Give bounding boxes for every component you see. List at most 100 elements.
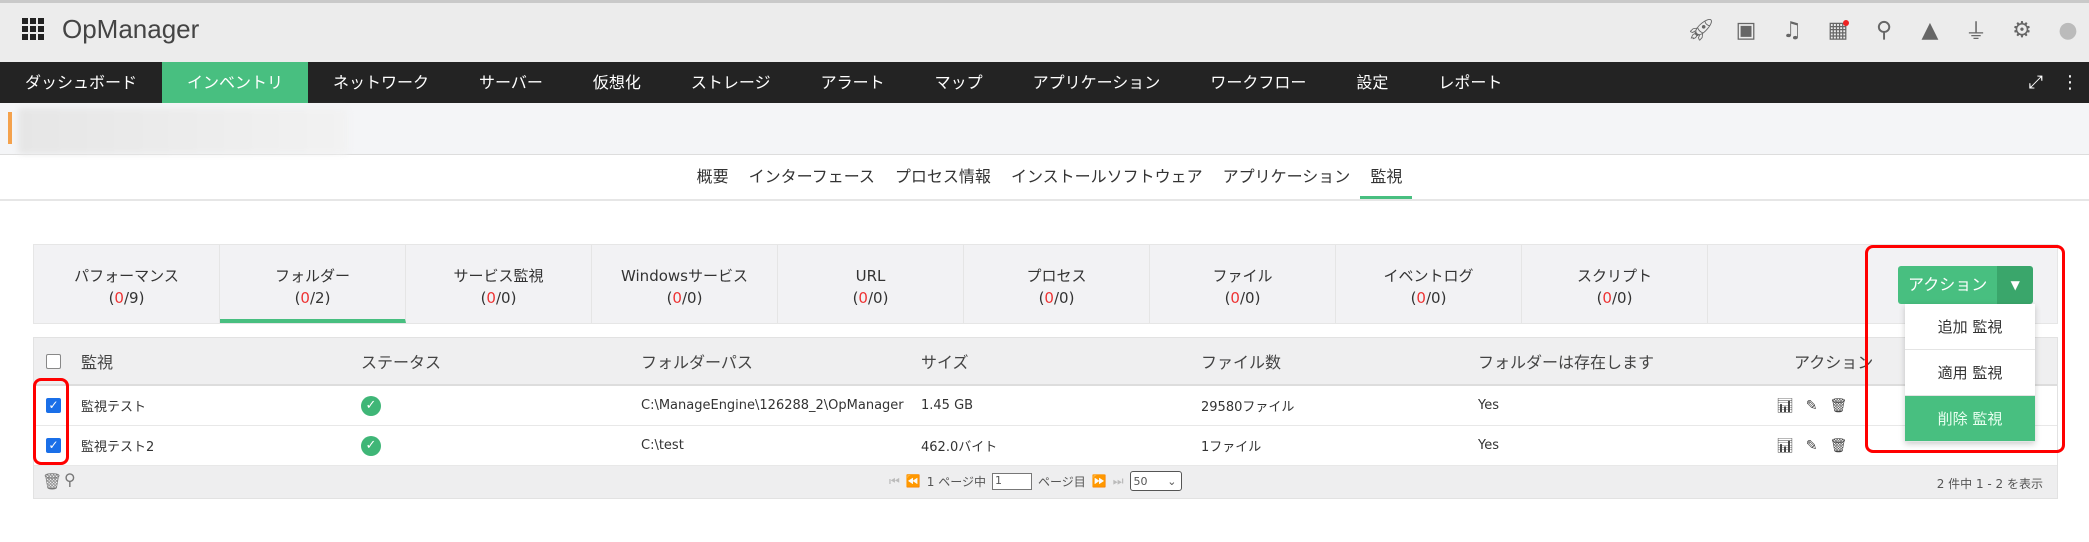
monitor-name[interactable]: 監視テスト (81, 396, 146, 415)
edit-icon[interactable]: ✎ (1806, 438, 1818, 454)
nav-server[interactable]: サーバー (454, 62, 568, 103)
monitor-tab[interactable]: スクリプト (0/0) (1522, 245, 1708, 323)
folder-exists: Yes (1478, 438, 1499, 453)
edit-icon[interactable]: ✎ (1806, 398, 1818, 414)
delete-icon[interactable]: 🗑︎ (1830, 398, 1848, 414)
monitor-tab-label: Windowsサービス (621, 267, 748, 285)
chart-icon[interactable]: 📊︎ (1776, 398, 1794, 414)
monitor-tab-count: (0/0) (1038, 289, 1075, 307)
page-input[interactable]: 1 (991, 472, 1032, 490)
gear-icon[interactable]: ⚙ (2009, 18, 2035, 43)
monitor-tab-label: イベントログ (1383, 267, 1474, 285)
subtab-interfaces[interactable]: インターフェース (739, 155, 885, 199)
total-count: 9 (129, 289, 139, 307)
nav-maps[interactable]: マップ (910, 62, 1008, 103)
device-subtabs: 概要 インターフェース プロセス情報 インストールソフトウェア アプリケーション… (0, 155, 2089, 201)
down-count: 0 (672, 289, 682, 307)
search-icon[interactable]: ⚲ (1871, 18, 1897, 43)
search-icon[interactable]: ⚲ (64, 470, 76, 489)
gift-icon[interactable]: ▦ (1825, 18, 1851, 43)
row-actions: 📊︎ ✎ 🗑︎ (1776, 398, 1847, 414)
subtab-installed-software[interactable]: インストールソフトウェア (1001, 155, 1213, 199)
highlight-box-action (1865, 245, 2065, 453)
nav-workflow[interactable]: ワークフロー (1185, 62, 1331, 103)
monitor-tab-count: (0/2) (294, 289, 331, 307)
nav-inventory[interactable]: インベントリ (162, 62, 309, 103)
file-count: 29580ファイル (1201, 400, 1295, 415)
plug-icon[interactable]: ⏚ (1963, 14, 1989, 46)
fullscreen-icon[interactable]: ⤢ (2029, 72, 2043, 93)
table-header: 監視 ステータス フォルダーパス サイズ ファイル数 フォルダーは存在します ア… (34, 338, 2057, 386)
table-row: ✓ 監視テスト2 ✓ C:\test 462.0バイト 1ファイル Yes 📊︎… (34, 426, 2057, 466)
headset-icon[interactable]: ♫ (1779, 18, 1805, 43)
delete-icon[interactable]: 🗑︎ (1830, 438, 1848, 454)
rocket-icon[interactable]: 🚀︎ (1687, 18, 1715, 43)
monitor-tab-label: ファイル (1212, 267, 1273, 285)
col-status[interactable]: ステータス (361, 349, 441, 373)
col-folder-path[interactable]: フォルダーパス (641, 349, 753, 373)
total-count: 0 (501, 289, 511, 307)
monitor-tab[interactable]: フォルダー (0/2) (220, 245, 406, 323)
nav-storage[interactable]: ストレージ (666, 62, 796, 103)
col-file-count[interactable]: ファイル数 (1201, 349, 1281, 373)
monitor-name[interactable]: 監視テスト2 (81, 436, 154, 455)
nav-virtualization[interactable]: 仮想化 (568, 62, 666, 103)
monitor-tab[interactable]: イベントログ (0/0) (1336, 245, 1522, 323)
subtab-summary[interactable]: 概要 (687, 155, 739, 199)
monitor-tab[interactable]: URL (0/0) (778, 245, 964, 323)
nav-reports[interactable]: レポート (1413, 62, 1527, 103)
monitor-tab-count: (0/9) (108, 289, 145, 307)
down-count: 0 (858, 289, 868, 307)
subtab-processes[interactable]: プロセス情報 (885, 155, 1001, 199)
pager: ⏮ ⏪ 1 ページ中 1 ページ目 ⏩ ⏭ 50 ⌄ (889, 471, 1182, 491)
subtab-applications[interactable]: アプリケーション (1213, 155, 1361, 199)
page-size-value: 50 (1133, 474, 1148, 488)
col-actions: アクション (1794, 353, 1874, 372)
total-count: 0 (1431, 289, 1441, 307)
select-all-checkbox[interactable] (46, 353, 61, 369)
last-page-icon[interactable]: ⏭ (1113, 474, 1124, 489)
nav-alarms[interactable]: アラート (796, 62, 910, 103)
table-footer: 🗑︎ ⚲ ⏮ ⏪ 1 ページ中 1 ページ目 ⏩ ⏭ 50 ⌄ 2 件中 1 - … (34, 466, 2057, 498)
trash-icon[interactable]: 🗑︎ (42, 472, 62, 491)
main-nav: ダッシュボード インベントリ ネットワーク サーバー 仮想化 ストレージ アラー… (0, 62, 2089, 103)
page-size-select[interactable]: 50 ⌄ (1129, 471, 1182, 491)
next-page-icon[interactable]: ⏩ (1092, 474, 1107, 488)
monitors-table: 監視 ステータス フォルダーパス サイズ ファイル数 フォルダーは存在します ア… (33, 337, 2058, 499)
table-row: ✓ 監視テスト ✓ C:\ManageEngine\126288_2\OpMan… (34, 386, 2057, 426)
nav-settings[interactable]: 設定 (1331, 62, 1413, 103)
nav-applications[interactable]: アプリケーション (1008, 62, 1186, 103)
prev-page-icon[interactable]: ⏪ (906, 474, 921, 488)
col-folder-exists[interactable]: フォルダーは存在します (1478, 349, 1654, 373)
highlight-box-checkboxes (33, 378, 69, 465)
total-count: 0 (1059, 289, 1069, 307)
chart-icon[interactable]: 📊︎ (1776, 438, 1794, 454)
monitor-tab[interactable]: サービス監視 (0/0) (406, 245, 592, 323)
monitor-tab-count: (0/0) (666, 289, 703, 307)
monitor-tab[interactable]: パフォーマンス (0/9) (34, 245, 220, 323)
subtab-monitors[interactable]: 監視 (1360, 155, 1413, 199)
presentation-icon[interactable]: ▣ (1733, 18, 1759, 43)
nav-dashboard[interactable]: ダッシュボード (0, 62, 162, 103)
folder-path: C:\ManageEngine\126288_2\OpManager (641, 398, 904, 413)
monitor-tab[interactable]: ファイル (0/0) (1150, 245, 1336, 323)
bell-icon[interactable]: ▲ (1917, 18, 1943, 43)
down-count: 0 (486, 289, 496, 307)
col-size[interactable]: サイズ (921, 349, 969, 373)
folder-size: 462.0バイト (921, 440, 998, 455)
app-grid-icon[interactable] (22, 18, 44, 40)
down-count: 0 (300, 289, 310, 307)
monitor-tab-count: (0/0) (480, 289, 517, 307)
monitor-tab[interactable]: プロセス (0/0) (964, 245, 1150, 323)
nav-network[interactable]: ネットワーク (308, 62, 454, 103)
monitor-tab-label: プロセス (1026, 267, 1087, 285)
status-ok-icon: ✓ (361, 435, 381, 456)
monitor-tab-count: (0/0) (1596, 289, 1633, 307)
col-monitor[interactable]: 監視 (81, 349, 113, 373)
monitor-tab[interactable]: Windowsサービス (0/0) (592, 245, 778, 323)
avatar-icon[interactable]: ● (2055, 18, 2081, 43)
first-page-icon[interactable]: ⏮ (889, 474, 900, 489)
total-count: 0 (687, 289, 697, 307)
more-vertical-icon[interactable]: ⋮ (2061, 72, 2079, 93)
record-summary: 2 件中 1 - 2 を表示 (1936, 477, 2043, 491)
